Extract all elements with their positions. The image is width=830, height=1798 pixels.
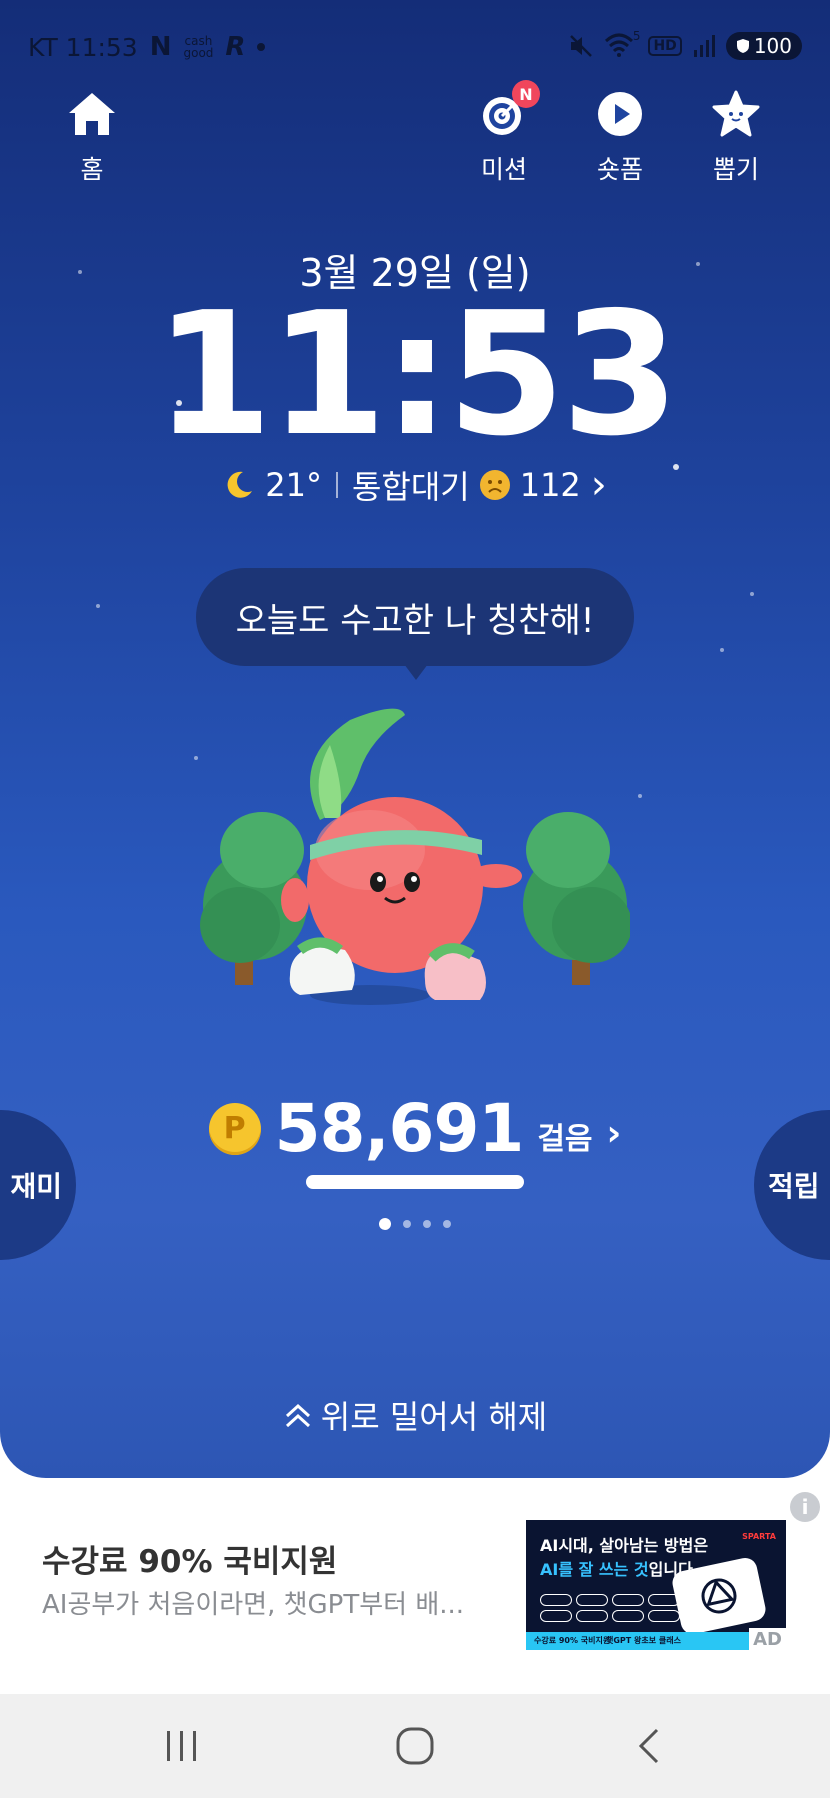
dot-icon [257, 43, 266, 51]
star [638, 794, 642, 798]
side-button-earn-label: 적립 [768, 1170, 820, 1203]
side-button-fun-label: 재미 [10, 1170, 62, 1203]
step-progress-bar [306, 1175, 524, 1189]
air-quality-label: 통합대기 [351, 468, 470, 506]
lock-screen: KT 11:53 N cash good R 5 HD 100 홈 N 미션 숏… [0, 0, 830, 1478]
step-unit: 걸음 [537, 1121, 593, 1157]
hd-icon: HD [648, 36, 682, 56]
ad-banner[interactable]: i 수강료 90% 국비지원 AI공부가 처음이라면, 챗GPT부터 배... … [0, 1478, 830, 1694]
ad-brand: SPARTA [742, 1532, 776, 1541]
status-bar: KT 11:53 N cash good R 5 HD 100 [0, 28, 830, 68]
play-icon [598, 92, 642, 136]
mission-badge: N [512, 80, 540, 108]
ad-info-icon[interactable]: i [790, 1492, 820, 1522]
swipe-to-unlock[interactable]: 위로 밀어서 해제 [0, 1392, 830, 1438]
speech-bubble-tail [404, 664, 428, 680]
page-dot [443, 1220, 451, 1228]
unlock-text: 위로 밀어서 해제 [320, 1398, 548, 1436]
system-navigation-bar [0, 1694, 830, 1798]
chevron-right-icon: › [606, 1113, 622, 1154]
page-dot [403, 1220, 411, 1228]
ad-image-strip: 수강료 90% 국비지원 챗GPT 왕초보 클래스 [526, 1632, 786, 1650]
nav-draw[interactable]: 뽑기 [696, 86, 776, 186]
shield-icon [736, 39, 749, 53]
nav-draw-label: 뽑기 [712, 155, 759, 184]
star [750, 592, 754, 596]
signal-icon [693, 35, 715, 57]
battery-indicator: 100 [725, 32, 802, 60]
nav-home-label: 홈 [80, 155, 104, 184]
wifi-icon: 5 [604, 29, 640, 59]
nav-home[interactable]: 홈 [52, 86, 132, 186]
weather-row[interactable]: 21° 통합대기 112 › [0, 462, 830, 508]
page-indicator [0, 1218, 830, 1230]
temperature: 21° [265, 466, 322, 504]
runner-icon: R [225, 32, 246, 62]
nav-mission[interactable]: N 미션 [464, 80, 544, 186]
page-dot-active [379, 1218, 391, 1230]
air-quality-value: 112 [519, 466, 581, 504]
back-button[interactable] [608, 1716, 688, 1776]
mute-icon [570, 35, 593, 57]
mascot-illustration[interactable] [200, 700, 630, 1060]
ad-mark: AD [749, 1628, 786, 1651]
recent-apps-button[interactable] [142, 1716, 222, 1776]
ad-image-headline: AI시대, 살아남는 방법은 [540, 1536, 709, 1555]
ad-image[interactable]: SPARTA AI시대, 살아남는 방법은 AI를 잘 쓰는 것입니다 수강료 … [526, 1520, 786, 1650]
nav-shorts[interactable]: 숏폼 [580, 86, 660, 186]
cashwalk-icon: cash good [183, 34, 214, 60]
home-icon [69, 93, 115, 135]
recent-apps-icon [167, 1731, 196, 1761]
chevron-right-icon: › [590, 462, 607, 508]
n-app-icon: N [149, 32, 172, 62]
double-chevron-up-icon [285, 1403, 310, 1428]
step-count: 58,691 [274, 1090, 525, 1167]
star-icon [712, 90, 760, 137]
clock-time: 11:53 [154, 276, 679, 474]
home-circle-icon [396, 1727, 434, 1765]
ad-subtitle: AI공부가 처음이라면, 챗GPT부터 배... [42, 1590, 465, 1620]
home-button[interactable] [375, 1716, 455, 1776]
point-coin-icon: P [208, 1102, 261, 1155]
sad-face-icon [479, 470, 510, 500]
divider [335, 472, 338, 498]
moon-icon [227, 471, 253, 498]
page-dot [423, 1220, 431, 1228]
nav-mission-label: 미션 [480, 155, 527, 184]
speech-bubble: 오늘도 수고한 나 칭찬해! [196, 568, 634, 666]
star [720, 648, 724, 652]
nav-shorts-label: 숏폼 [596, 155, 643, 184]
star [194, 756, 198, 760]
ad-image-headline-2: AI를 잘 쓰는 것입니다 [540, 1560, 693, 1579]
back-icon [638, 1728, 659, 1764]
star [96, 604, 100, 608]
ad-title: 수강료 90% 국비지원 [42, 1544, 338, 1580]
step-counter[interactable]: P 58,691 걸음 › [0, 1090, 830, 1167]
carrier-time: KT 11:53 [28, 32, 138, 62]
